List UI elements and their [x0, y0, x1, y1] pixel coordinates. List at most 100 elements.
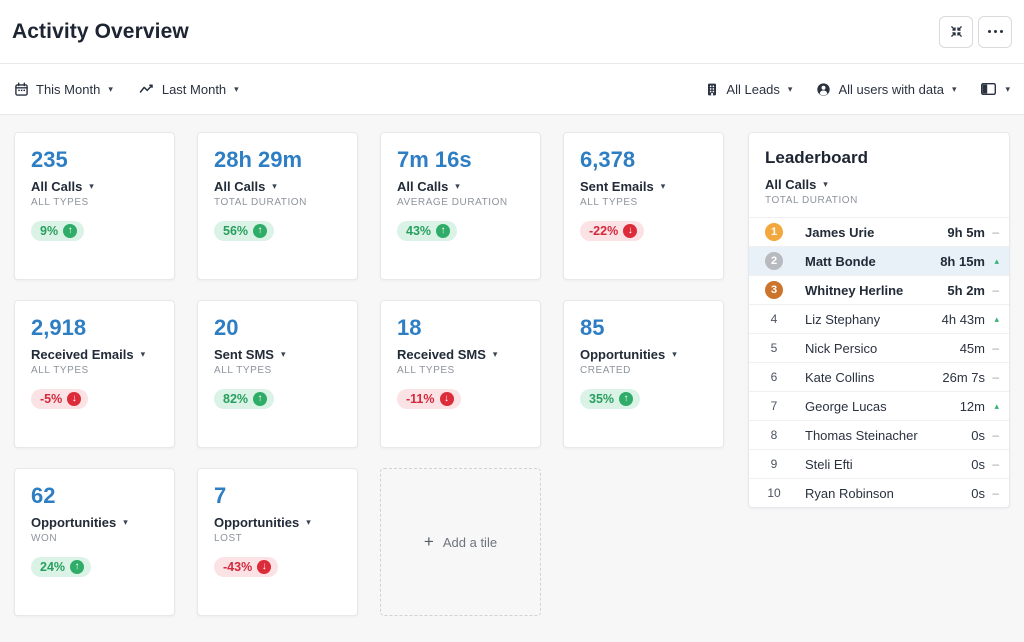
user-name: Steli Efti — [805, 457, 971, 472]
chevron-down-icon: ▾ — [89, 181, 94, 192]
layout-selector[interactable]: ▾ — [980, 82, 1010, 96]
metric-value: 7m 16s — [397, 146, 524, 174]
metric-label: All Calls — [31, 179, 82, 194]
leaderboard-row[interactable]: 10 Ryan Robinson 0s – — [749, 478, 1009, 507]
metric-value: 62 — [31, 482, 158, 510]
leaderboard-row[interactable]: 5 Nick Persico 45m – — [749, 333, 1009, 362]
metric-type-dropdown[interactable]: All Calls ▾ — [31, 179, 158, 194]
chevron-down-icon: ▾ — [272, 181, 277, 192]
metric-tile: 18 Received SMS ▾ ALL TYPES -11% ↓ — [380, 300, 541, 448]
leaderboard-metric-label: All Calls — [765, 177, 816, 192]
chevron-down-icon: ▾ — [108, 84, 113, 95]
rank-badge: 5 — [765, 339, 783, 357]
user-name: Ryan Robinson — [805, 486, 971, 501]
more-options-button[interactable] — [978, 16, 1012, 48]
rank-badge: 1 — [765, 223, 783, 241]
leaderboard-metric-dropdown[interactable]: All Calls ▾ — [765, 177, 993, 192]
metric-type-dropdown[interactable]: All Calls ▾ — [397, 179, 524, 194]
metric-label: Opportunities — [31, 515, 116, 530]
delta-value: 82% — [223, 392, 248, 406]
metric-label: All Calls — [397, 179, 448, 194]
metric-sublabel: CREATED — [580, 365, 707, 376]
metric-tile: 20 Sent SMS ▾ ALL TYPES 82% ↑ — [197, 300, 358, 448]
duration-value: 4h 43m — [942, 312, 985, 327]
chevron-down-icon: ▾ — [823, 179, 828, 190]
delta-arrow-icon: ↑ — [70, 560, 84, 574]
user-icon — [816, 82, 831, 97]
metric-sublabel: TOTAL DURATION — [214, 197, 341, 208]
metric-label: Received Emails — [31, 347, 134, 362]
delta-arrow-icon: ↑ — [253, 392, 267, 406]
rank-badge: 10 — [765, 484, 783, 502]
metric-sublabel: WON — [31, 533, 158, 544]
rank-badge: 2 — [765, 252, 783, 270]
trend-icon: ▴ — [985, 256, 999, 267]
metric-sublabel: ALL TYPES — [214, 365, 341, 376]
delta-badge: -22% ↓ — [580, 221, 644, 241]
delta-badge: -5% ↓ — [31, 389, 88, 409]
user-name: Thomas Steinacher — [805, 428, 971, 443]
metric-type-dropdown[interactable]: Opportunities ▾ — [580, 347, 707, 362]
duration-value: 5h 2m — [947, 283, 985, 298]
rank-badge: 3 — [765, 281, 783, 299]
rank-badge: 6 — [765, 368, 783, 386]
user-name: George Lucas — [805, 399, 960, 414]
users-filter[interactable]: All users with data ▾ — [816, 82, 956, 97]
metric-label: All Calls — [214, 179, 265, 194]
delta-arrow-icon: ↑ — [253, 224, 267, 238]
metric-type-dropdown[interactable]: Sent SMS ▾ — [214, 347, 341, 362]
metric-tile: 62 Opportunities ▾ WON 24% ↑ — [14, 468, 175, 616]
comparison-filter[interactable]: Last Month ▾ — [139, 82, 239, 97]
leaderboard-row[interactable]: 9 Steli Efti 0s – — [749, 449, 1009, 478]
chevron-down-icon: ▾ — [234, 84, 239, 95]
leaderboard-row[interactable]: 4 Liz Stephany 4h 43m ▴ — [749, 304, 1009, 333]
trend-icon: – — [985, 457, 999, 471]
metric-value: 28h 29m — [214, 146, 341, 174]
user-name: Nick Persico — [805, 341, 960, 356]
chevron-down-icon: ▾ — [281, 349, 286, 360]
trend-icon: – — [985, 341, 999, 355]
delta-value: 9% — [40, 224, 58, 238]
metric-label: Received SMS — [397, 347, 486, 362]
chevron-down-icon: ▾ — [455, 181, 460, 192]
duration-value: 26m 7s — [942, 370, 985, 385]
page-header: Activity Overview — [0, 0, 1024, 64]
leaderboard-row[interactable]: 6 Kate Collins 26m 7s – — [749, 362, 1009, 391]
delta-arrow-icon: ↓ — [257, 560, 271, 574]
delta-badge: 56% ↑ — [214, 221, 274, 241]
user-name: Liz Stephany — [805, 312, 942, 327]
expand-icon — [949, 24, 964, 39]
metric-value: 2,918 — [31, 314, 158, 342]
duration-value: 12m — [960, 399, 985, 414]
delta-badge: -11% ↓ — [397, 389, 461, 409]
leaderboard-row[interactable]: 2 Matt Bonde 8h 15m ▴ — [749, 246, 1009, 275]
leaderboard-row[interactable]: 1 James Urie 9h 5m – — [749, 217, 1009, 246]
leaderboard-row[interactable]: 3 Whitney Herline 5h 2m – — [749, 275, 1009, 304]
expand-button[interactable] — [939, 16, 973, 48]
metric-type-dropdown[interactable]: Sent Emails ▾ — [580, 179, 707, 194]
metric-type-dropdown[interactable]: Received Emails ▾ — [31, 347, 158, 362]
metric-label: Sent SMS — [214, 347, 274, 362]
metric-type-dropdown[interactable]: All Calls ▾ — [214, 179, 341, 194]
metric-label: Opportunities — [214, 515, 299, 530]
metric-type-dropdown[interactable]: Received SMS ▾ — [397, 347, 524, 362]
user-name: James Urie — [805, 225, 947, 240]
metric-type-dropdown[interactable]: Opportunities ▾ — [31, 515, 158, 530]
period-filter[interactable]: This Month ▾ — [14, 82, 113, 97]
add-tile-button[interactable]: + Add a tile — [380, 468, 541, 616]
metric-value: 7 — [214, 482, 341, 510]
delta-value: 35% — [589, 392, 614, 406]
metric-type-dropdown[interactable]: Opportunities ▾ — [214, 515, 341, 530]
metric-tile: 7 Opportunities ▾ LOST -43% ↓ — [197, 468, 358, 616]
delta-value: -5% — [40, 392, 62, 406]
leads-filter[interactable]: All Leads ▾ — [705, 82, 792, 97]
metric-sublabel: ALL TYPES — [31, 365, 158, 376]
leaderboard-row[interactable]: 8 Thomas Steinacher 0s – — [749, 420, 1009, 449]
metric-value: 18 — [397, 314, 524, 342]
leaderboard-rows: 1 James Urie 9h 5m – 2 Matt Bonde 8h 15m… — [749, 217, 1009, 507]
leaderboard-row[interactable]: 7 George Lucas 12m ▴ — [749, 391, 1009, 420]
delta-value: 24% — [40, 560, 65, 574]
metric-tile: 28h 29m All Calls ▾ TOTAL DURATION 56% ↑ — [197, 132, 358, 280]
metric-tile: 7m 16s All Calls ▾ AVERAGE DURATION 43% … — [380, 132, 541, 280]
trend-icon: – — [985, 225, 999, 239]
